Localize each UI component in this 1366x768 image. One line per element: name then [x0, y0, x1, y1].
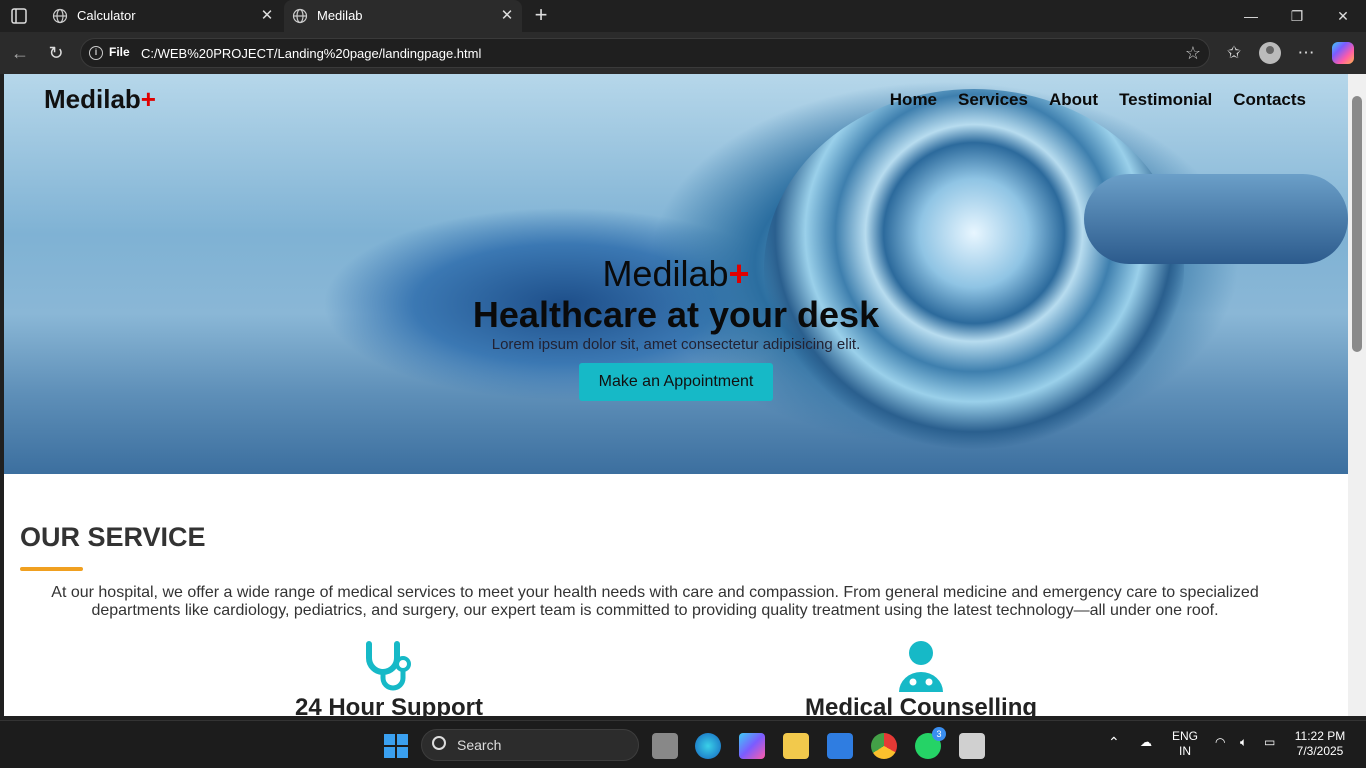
hero-brand-plus: +: [728, 253, 750, 294]
services-description: At our hospital, we offer a wide range o…: [51, 584, 1259, 619]
address-toolbar: ← ↻ i File C:/WEB%20PROJECT/Landing%20pa…: [0, 32, 1366, 74]
search-icon: [432, 736, 446, 750]
hero-brand-text: Medilab: [602, 253, 729, 294]
chevron-up-icon[interactable]: ⌃: [1108, 735, 1120, 750]
nav-testimonial[interactable]: Testimonial: [1119, 90, 1212, 110]
nav-contacts[interactable]: Contacts: [1233, 90, 1306, 110]
chrome-icon[interactable]: [871, 733, 897, 759]
services-heading: OUR SERVICE: [20, 522, 206, 552]
service-title: Medical Counselling: [804, 694, 1038, 716]
close-tab-icon[interactable]: ✕: [258, 7, 276, 25]
store-icon[interactable]: [827, 733, 853, 759]
tab-calculator[interactable]: Calculator ✕: [44, 0, 282, 32]
hero-subtext: Lorem ipsum dolor sit, amet consectetur …: [491, 336, 861, 353]
info-icon[interactable]: i: [89, 46, 103, 60]
copilot-icon[interactable]: [1332, 42, 1354, 64]
windows-taskbar: Search 3 ⌃ ☁ ENG IN ◠ 🔈︎ ▭ 11:22 PM 7/3/20…: [0, 720, 1366, 768]
address-bar[interactable]: i File C:/WEB%20PROJECT/Landing%20page/l…: [80, 38, 1210, 68]
back-arrow-icon[interactable]: ←: [8, 41, 32, 65]
scrollbar-thumb[interactable]: [1352, 96, 1362, 352]
minimize-button[interactable]: —: [1228, 4, 1274, 28]
page-viewport: Medilab+ Home Services About Testimonial…: [4, 74, 1348, 716]
heading-underline: [20, 567, 83, 571]
hero-content: Medilab+ Healthcare at your desk Lorem i…: [4, 252, 1348, 401]
close-window-button[interactable]: ✕: [1320, 4, 1366, 28]
onedrive-icon[interactable]: ☁: [1140, 735, 1152, 750]
time-text: 11:22 PM: [1294, 729, 1346, 743]
nav-home[interactable]: Home: [890, 90, 937, 110]
lang-code: ENG: [1172, 729, 1199, 743]
logo-text: Medilab: [44, 84, 141, 114]
site-logo[interactable]: Medilab+: [44, 84, 156, 115]
browser-tab-bar: Calculator ✕ Medilab ✕ + — ❐ ✕: [0, 0, 1366, 32]
windows-start-icon[interactable]: [383, 733, 409, 759]
lang-region: IN: [1179, 744, 1191, 758]
nav-about[interactable]: About: [1049, 90, 1098, 110]
service-card: Medical Counselling: [721, 640, 1121, 716]
vertical-scrollbar[interactable]: [1348, 74, 1366, 716]
edge-icon[interactable]: [695, 733, 721, 759]
search-label: Search: [457, 737, 502, 753]
logo-plus: +: [140, 84, 156, 114]
hero-tagline: Healthcare at your desk: [472, 294, 880, 335]
globe-icon: [52, 8, 68, 24]
new-tab-button[interactable]: +: [530, 4, 552, 27]
tab-actions-icon[interactable]: [10, 7, 28, 25]
restore-button[interactable]: ❐: [1274, 4, 1320, 28]
doctor-icon: [899, 641, 943, 692]
task-view-icon[interactable]: [652, 733, 678, 759]
hero-brand: Medilab+: [4, 252, 1348, 296]
services-section: OUR SERVICE At our hospital, we offer a …: [4, 474, 1348, 716]
stethoscope-tube-image: [1084, 174, 1348, 264]
nav-services[interactable]: Services: [958, 90, 1028, 110]
tab-title: Medilab: [317, 8, 363, 23]
scheme-label: File: [109, 45, 130, 59]
favorite-star-icon[interactable]: ☆: [1185, 43, 1201, 64]
refresh-icon[interactable]: ↻: [44, 41, 68, 65]
whatsapp-badge: 3: [932, 727, 946, 741]
url-text[interactable]: C:/WEB%20PROJECT/Landing%20page/landingp…: [141, 46, 481, 61]
volume-icon[interactable]: 🔈︎: [1240, 735, 1247, 750]
stethoscope-icon: [366, 641, 411, 691]
copilot-app-icon[interactable]: [739, 733, 765, 759]
clock[interactable]: 11:22 PM 7/3/2025: [1294, 729, 1346, 759]
service-title: 24 Hour Support: [294, 694, 483, 716]
more-menu-icon[interactable]: ⋯: [1294, 41, 1318, 65]
hero-section: Medilab+ Home Services About Testimonial…: [4, 74, 1348, 474]
service-card: 24 Hour Support: [189, 640, 589, 716]
wifi-icon[interactable]: ◠: [1215, 735, 1225, 750]
tab-medilab[interactable]: Medilab ✕: [284, 0, 522, 32]
language-indicator[interactable]: ENG IN: [1172, 729, 1198, 759]
file-explorer-icon[interactable]: [783, 733, 809, 759]
taskbar-search[interactable]: Search: [421, 729, 639, 761]
globe-icon: [292, 8, 308, 24]
favorites-icon[interactable]: ✩: [1222, 41, 1246, 65]
close-tab-icon[interactable]: ✕: [498, 7, 516, 25]
profile-avatar[interactable]: [1259, 42, 1281, 64]
tab-title: Calculator: [77, 8, 136, 23]
site-header: Medilab+ Home Services About Testimonial…: [4, 74, 1348, 124]
battery-icon[interactable]: ▭: [1264, 735, 1275, 750]
appointment-button[interactable]: Make an Appointment: [578, 363, 774, 401]
date-text: 7/3/2025: [1296, 744, 1344, 758]
snipping-tool-icon[interactable]: [959, 733, 985, 759]
main-nav: Home Services About Testimonial Contacts: [890, 90, 1306, 110]
